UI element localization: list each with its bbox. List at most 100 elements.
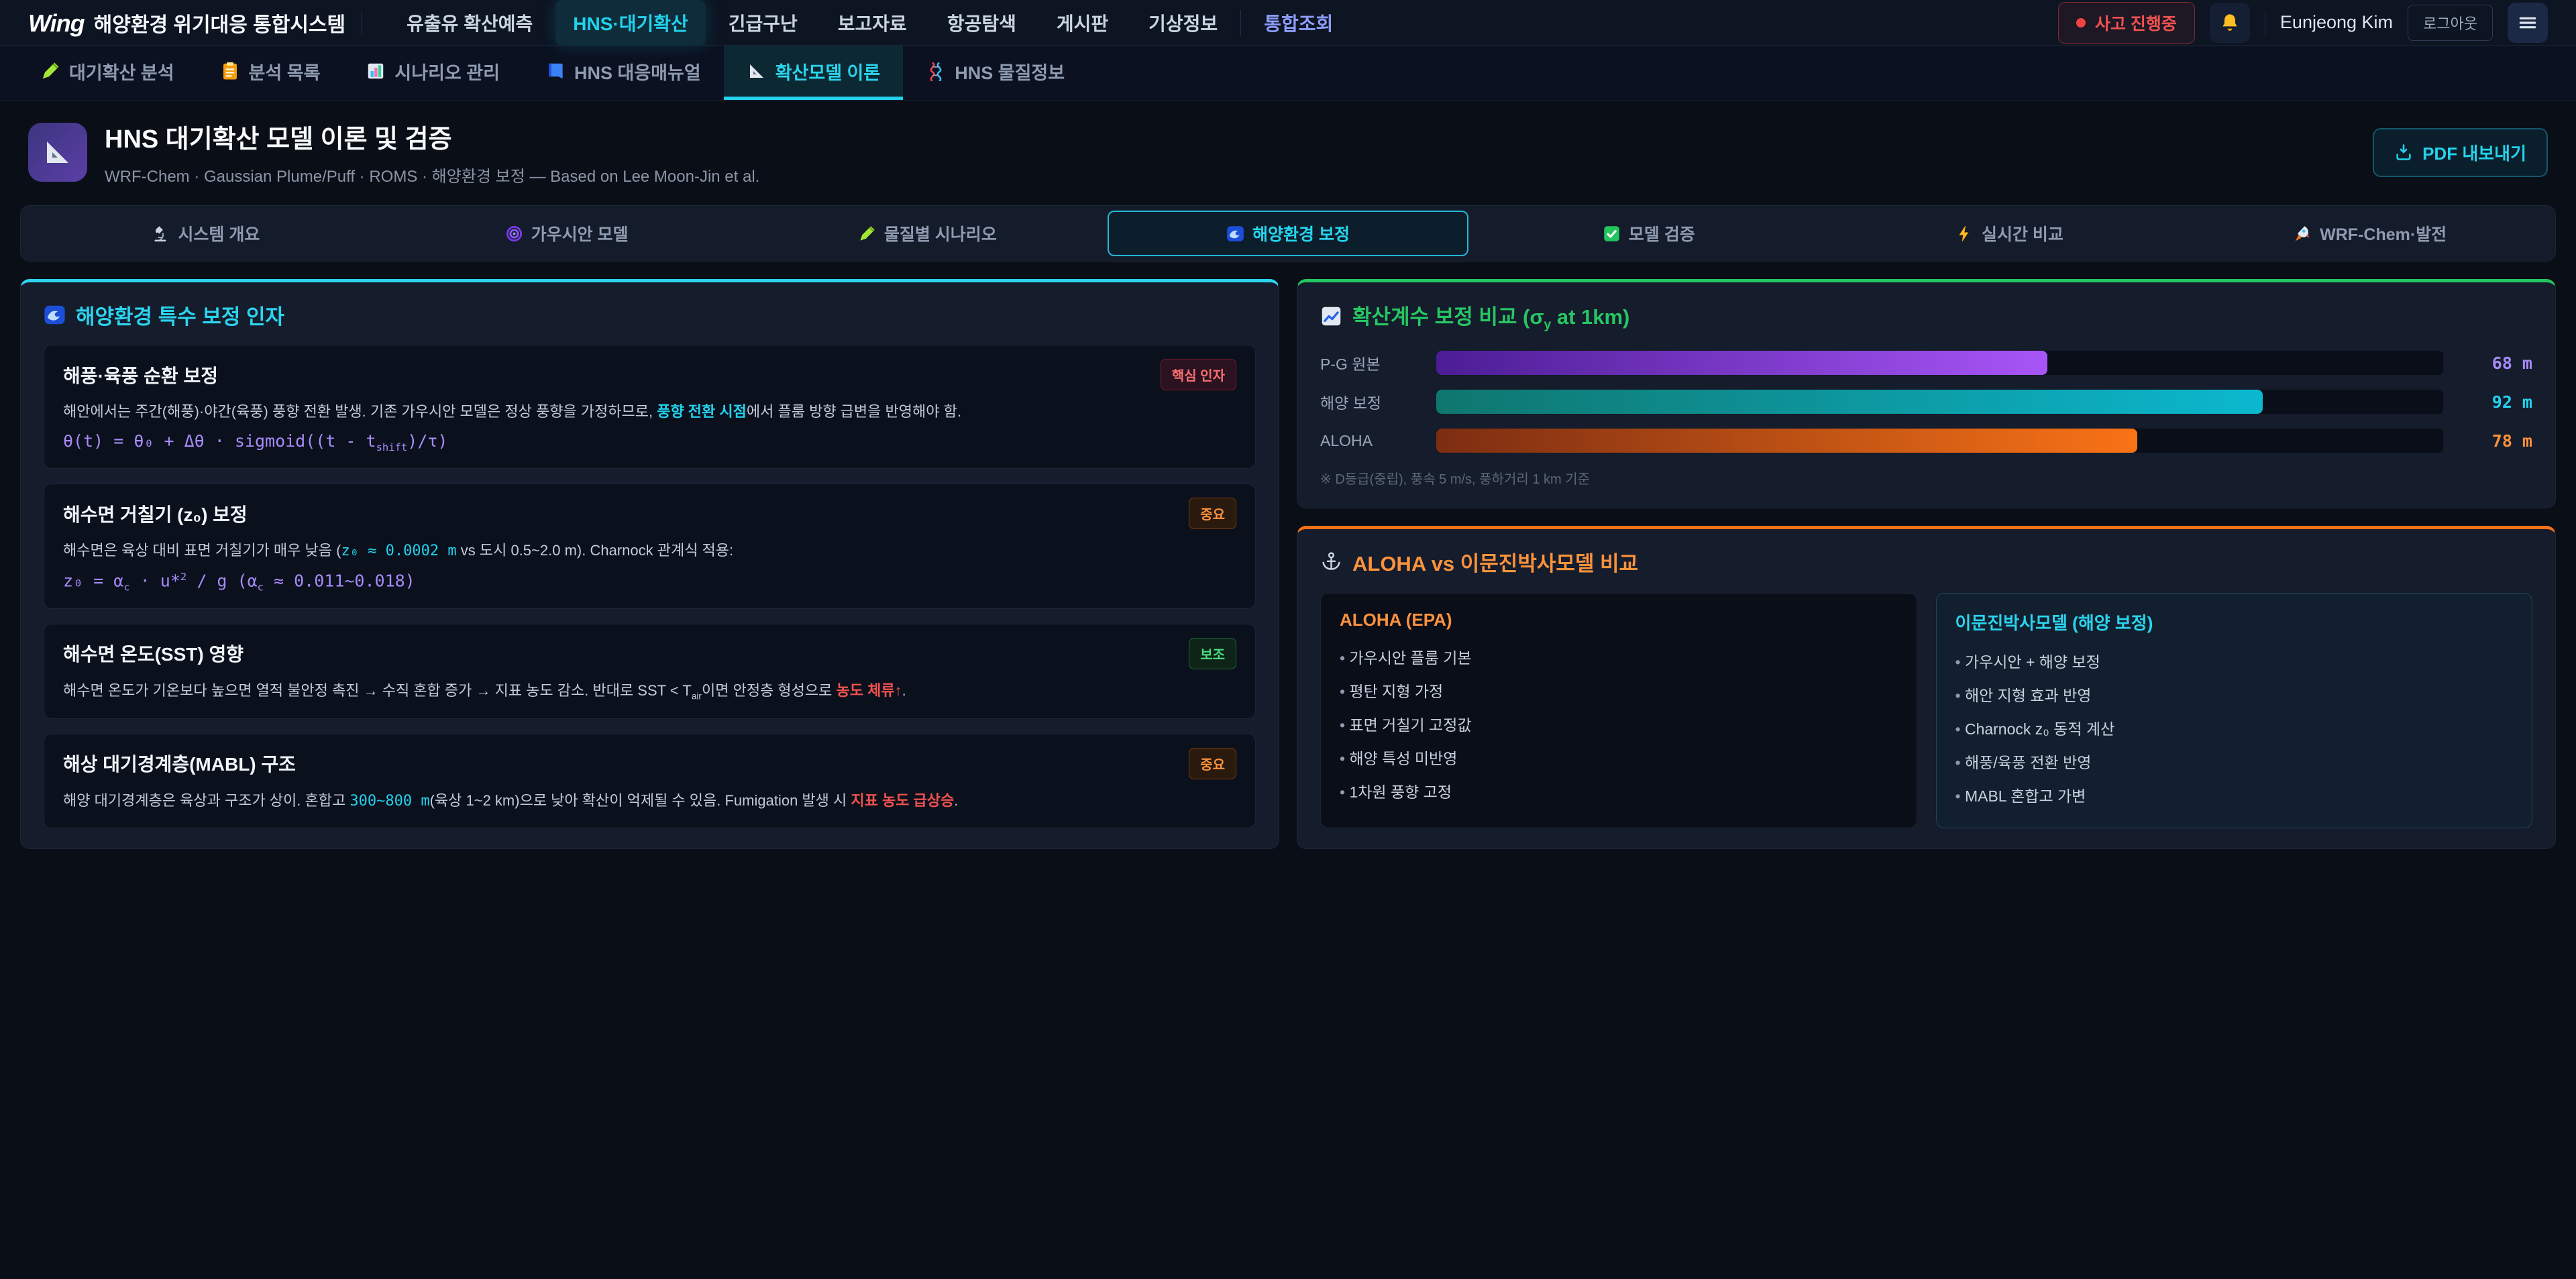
tab-hns-substance-info[interactable]: HNS 물질정보: [903, 46, 1087, 100]
text-segment: 지표 농도 급상승: [851, 792, 954, 809]
factor-header: 해수면 온도(SST) 영향보조: [63, 638, 1236, 669]
nav-item-integrated-search[interactable]: 통합조회: [1246, 0, 1350, 46]
tab-label: HNS 대응매뉴얼: [574, 58, 701, 85]
book-icon: [545, 61, 566, 81]
bar-track: [1436, 389, 2444, 414]
section-tab-system-overview[interactable]: 시스템 개요: [25, 211, 386, 256]
comparison-item: 표면 거칠기 고정값: [1340, 707, 1898, 740]
status-label: 사고 진행중: [2095, 11, 2177, 35]
pdf-export-label: PDF 내보내기: [2422, 140, 2526, 165]
status-dot-icon: [2076, 18, 2086, 27]
factor-formula: θ(t) = θ₀ + Δθ · sigmoid((t - tshift)/τ): [63, 431, 1236, 453]
comparison-grid: ALOHA (EPA) 가우시안 플룸 기본평탄 지형 가정표면 거칠기 고정값…: [1320, 593, 2532, 828]
comparison-item: 1차원 풍향 고정: [1340, 774, 1898, 808]
section-tab-label: WRF-Chem·발전: [2320, 221, 2447, 245]
section-tab-ocean-correction[interactable]: 해양환경 보정: [1108, 211, 1468, 256]
comparison-panel-title-text: ALOHA vs 이문진박사모델 비교: [1352, 547, 1638, 577]
tab-label: 시나리오 관리: [394, 58, 500, 85]
comparison-item: 해풍/육풍 전환 반영: [1955, 744, 2514, 778]
ruler-icon: [42, 136, 74, 168]
main-menu: 유출유 확산예측HNS·대기확산긴급구난보고자료항공탐색게시판기상정보통합조회: [389, 0, 2042, 46]
pencil-icon: [40, 61, 60, 81]
brand-logo: Wing: [28, 9, 85, 38]
nav-item-reports[interactable]: 보고자료: [820, 0, 924, 46]
factor-title: 해수면 거칠기 (z₀) 보정: [63, 500, 248, 527]
tab-scenario-management[interactable]: 시나리오 관리: [343, 46, 523, 100]
nav-item-weather-info[interactable]: 기상정보: [1131, 0, 1235, 46]
notifications-button[interactable]: [2210, 3, 2250, 43]
factor-description: 해안에서는 주간(해풍)·야간(육풍) 풍향 전환 발생. 기존 가우시안 모델…: [63, 400, 1236, 423]
model-comparison-panel: ALOHA vs 이문진박사모델 비교 ALOHA (EPA) 가우시안 플룸 …: [1297, 526, 2556, 849]
section-tab-label: 모델 검증: [1629, 221, 1695, 245]
bolt-icon: [1955, 225, 1974, 243]
chart-panel-title-text: 확산계수 보정 비교 (σy at 1km): [1352, 300, 1629, 333]
bar-chart: P-G 원본68 m해양 보정92 mALOHA78 m: [1320, 350, 2532, 453]
nav-item-oil-dispersion[interactable]: 유출유 확산예측: [389, 0, 550, 46]
tab-air-dispersion-analysis[interactable]: 대기확산 분석: [17, 46, 197, 100]
nav-right: 사고 진행중 Eunjeong Kim 로그아웃: [2058, 2, 2548, 44]
anchor-icon: [1320, 551, 1342, 573]
comparison-item: 해안 지형 효과 반영: [1955, 677, 2514, 711]
text-segment: 해수면 온도가 기온보다 높으면 열적 불안정 촉진 → 수직 혼합 증가 → …: [63, 682, 692, 699]
section-tab-realtime-comparison[interactable]: 실시간 비교: [1829, 211, 2190, 256]
tab-dispersion-model-theory[interactable]: 확산모델 이론: [724, 46, 904, 100]
nav-item-board[interactable]: 게시판: [1039, 0, 1126, 46]
comparison-item: 가우시안 + 해양 보정: [1955, 644, 2514, 677]
tab-analysis-list[interactable]: 분석 목록: [197, 46, 343, 100]
nav-item-hns-air-dispersion[interactable]: HNS·대기확산: [555, 0, 705, 46]
top-navigation: Wing 해양환경 위기대응 통합시스템 유출유 확산예측HNS·대기확산긴급구…: [0, 0, 2576, 46]
right-column: 확산계수 보정 비교 (σy at 1km) P-G 원본68 m해양 보정92…: [1297, 279, 2556, 849]
bar-value: 78 m: [2459, 431, 2532, 451]
factor-title: 해풍·육풍 순환 보정: [63, 362, 218, 388]
section-tab-label: 물질별 시나리오: [884, 221, 997, 245]
text-segment: shift: [376, 441, 408, 453]
text-segment: / g (α: [186, 571, 257, 591]
factor-title: 해상 대기경계층(MABL) 구조: [63, 750, 296, 777]
section-tab-gaussian-model[interactable]: 가우시안 모델: [386, 211, 747, 256]
correction-factor-card: 해수면 거칠기 (z₀) 보정중요해수면은 육상 대비 표면 거칠기가 매우 낮…: [44, 484, 1256, 609]
ocean-panel-title-text: 해양환경 특수 보정 인자: [76, 300, 284, 330]
text-segment: · u*: [130, 571, 180, 591]
comparison-item: Charnock z₀ 동적 계산: [1955, 711, 2514, 744]
check-icon: [1603, 225, 1621, 243]
lee-feature-list: 가우시안 + 해양 보정해안 지형 효과 반영Charnock z₀ 동적 계산…: [1955, 644, 2514, 812]
correction-factor-card: 해풍·육풍 순환 보정 핵심 인자해안에서는 주간(해풍)·야간(육풍) 풍향 전…: [44, 345, 1256, 469]
section-tab-label: 해양환경 보정: [1252, 221, 1350, 245]
bar-label: P-G 원본: [1320, 351, 1421, 374]
dna-icon: [926, 61, 946, 81]
section-tab-substance-scenarios[interactable]: 물질별 시나리오: [747, 211, 1108, 256]
chart-footnote: ※ D등급(중립), 풍속 5 m/s, 풍하거리 1 km 기준: [1320, 468, 2532, 488]
incident-status-badge: 사고 진행중: [2058, 2, 2195, 44]
text-segment: 해수면은 육상 대비 표면 거칠기가 매우 낮음 (: [63, 542, 341, 559]
section-tab-wrf-chem-advanced[interactable]: WRF-Chem·발전: [2190, 211, 2551, 256]
logout-button[interactable]: 로그아웃: [2408, 5, 2493, 41]
bar-label: 해양 보정: [1320, 390, 1421, 413]
clipboard-icon: [220, 61, 240, 81]
aloha-model-card: ALOHA (EPA) 가우시안 플룸 기본평탄 지형 가정표면 거칠기 고정값…: [1320, 593, 1917, 828]
section-tab-bar: 시스템 개요 가우시안 모델 물질별 시나리오 해양환경 보정 모델 검증 실시간 비교 W…: [20, 205, 2556, 262]
chart-bar-row: 해양 보정 92 m: [1320, 389, 2532, 414]
correction-factor-list: 해풍·육풍 순환 보정 핵심 인자해안에서는 주간(해풍)·야간(육풍) 풍향 전…: [44, 345, 1256, 828]
comparison-item: 평탄 지형 가정: [1340, 673, 1898, 707]
tab-hns-response-manual[interactable]: HNS 대응매뉴얼: [523, 46, 724, 100]
factor-badge: 핵심 인자: [1161, 359, 1236, 390]
bar-value: 92 m: [2459, 392, 2532, 412]
ocean-correction-panel: 해양환경 특수 보정 인자 해풍·육풍 순환 보정 핵심 인자해안에서는 주간(해…: [20, 279, 1279, 849]
bar-track: [1436, 428, 2444, 453]
user-name: Eunjeong Kim: [2280, 12, 2393, 33]
text-segment: )/τ): [407, 431, 447, 451]
correction-factor-card: 해상 대기경계층(MABL) 구조중요해양 대기경계층은 육상과 구조가 상이.…: [44, 734, 1256, 828]
hamburger-menu-button[interactable]: [2508, 3, 2548, 43]
brand[interactable]: Wing 해양환경 위기대응 통합시스템: [28, 8, 345, 38]
wave-icon: [44, 304, 66, 326]
section-tab-model-validation[interactable]: 모델 검증: [1468, 211, 1829, 256]
nav-item-aerial-search[interactable]: 항공탐색: [930, 0, 1034, 46]
text-segment: 2: [180, 571, 186, 583]
tab-label: HNS 물질정보: [955, 58, 1065, 85]
section-tab-label: 시스템 개요: [178, 221, 260, 245]
nav-item-emergency-rescue[interactable]: 긴급구난: [711, 0, 815, 46]
pdf-export-button[interactable]: PDF 내보내기: [2373, 128, 2548, 177]
bar-label: ALOHA: [1320, 432, 1421, 450]
bell-icon: [2219, 12, 2241, 34]
factor-badge: 중요: [1189, 748, 1236, 779]
